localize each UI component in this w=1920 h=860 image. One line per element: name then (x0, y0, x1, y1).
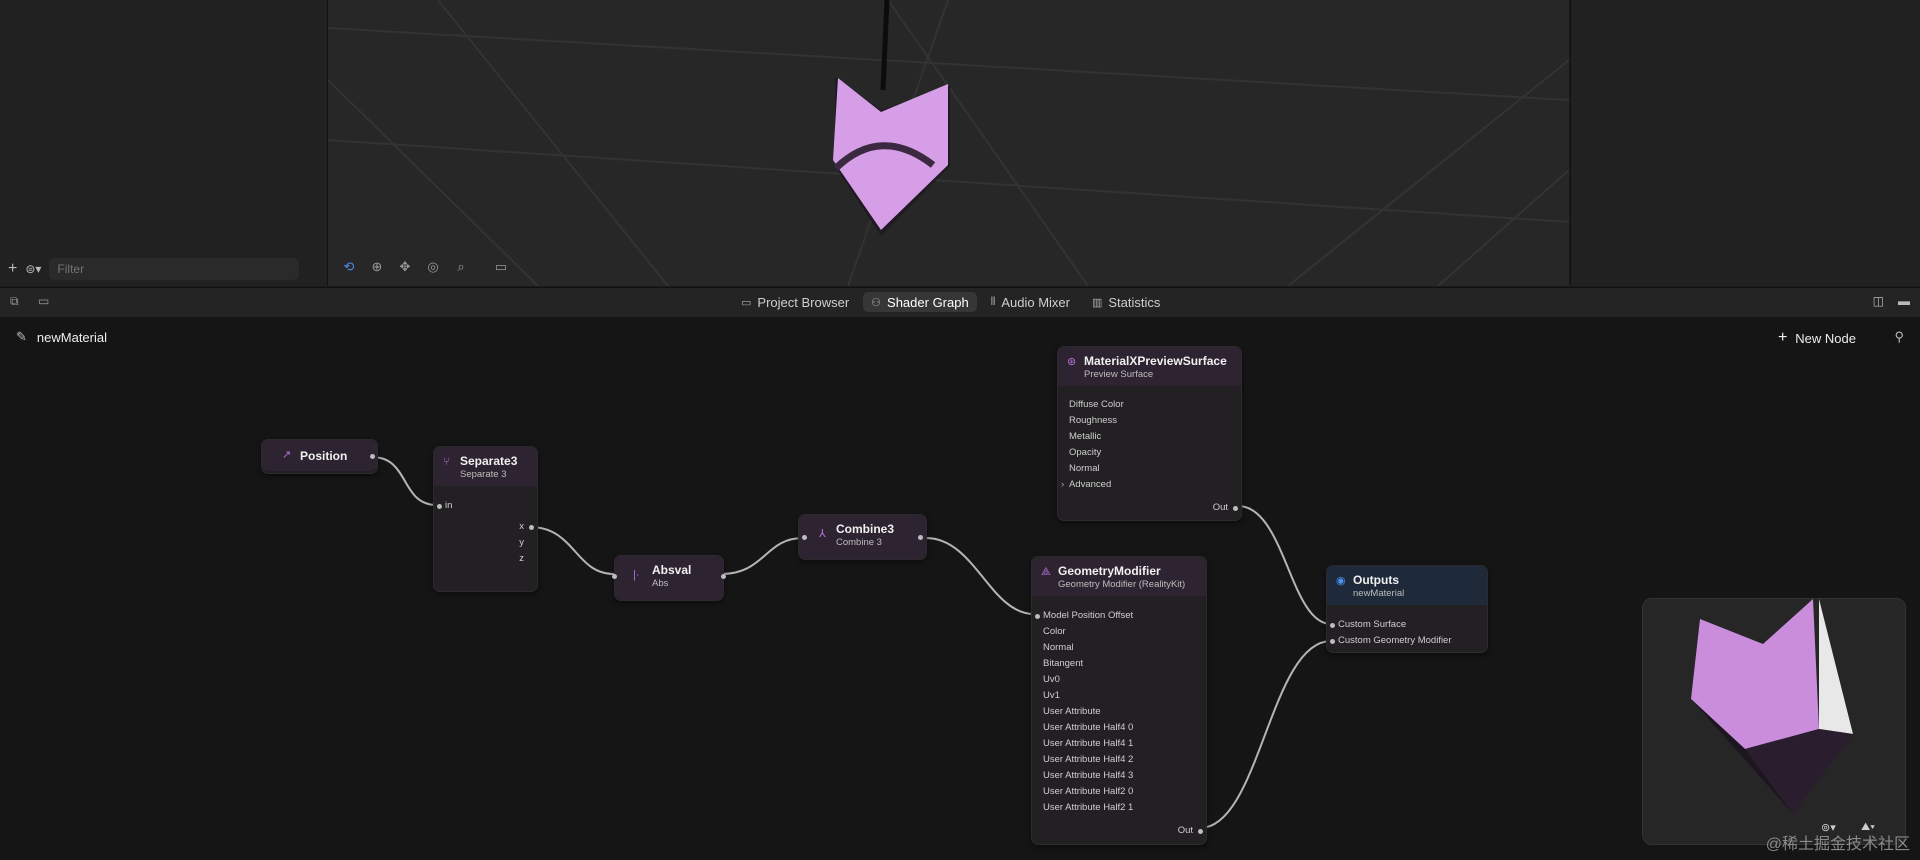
graph-header: ✎ newMaterial (16, 329, 107, 345)
port-custom-geometry-modifier: Custom Geometry Modifier (1338, 635, 1452, 646)
combine-icon: ⅄ (819, 528, 826, 540)
geometry-icon: ⟁ (1041, 566, 1051, 578)
port-in-dot[interactable] (612, 574, 617, 579)
arrow-icon: ↗ (282, 449, 292, 461)
abs-icon: |· (633, 569, 640, 581)
pan-icon[interactable]: ⊕ (368, 258, 386, 276)
globe-icon[interactable]: ◎ (424, 258, 442, 276)
panel-toggle-icon[interactable]: ▬ (1898, 294, 1910, 308)
port-in-dot[interactable] (1330, 623, 1335, 628)
new-node-button[interactable]: + New Node (1778, 329, 1856, 347)
plus-icon: + (1777, 329, 1788, 346)
port-color: Color (1043, 626, 1066, 637)
orbit-icon[interactable]: ⟲ (340, 258, 358, 276)
port-uv1: Uv1 (1043, 690, 1060, 701)
node-geometry-modifier[interactable]: ⟁ GeometryModifier Geometry Modifier (Re… (1031, 556, 1207, 845)
scene-hierarchy-pane: + ⊜▾ (0, 0, 328, 286)
port-metallic: Metallic (1069, 431, 1102, 442)
node-separate3[interactable]: ⑂ Separate3 Separate 3 in x y z (433, 446, 538, 592)
port-custom-surface: Custom Surface (1338, 619, 1407, 630)
3d-viewport[interactable]: ⟲ ⊕ ✥ ◎ ⌕ ▭ (328, 0, 1569, 286)
port-z-label: z (519, 553, 524, 564)
zoom-icon[interactable]: ⌕ (452, 258, 470, 276)
port-in-dot[interactable] (802, 535, 807, 540)
material-icon: ✎ (16, 329, 27, 344)
pin-icon[interactable]: ⚲ (1894, 329, 1904, 345)
material-name: newMaterial (36, 329, 107, 345)
port-out-dot[interactable] (918, 535, 923, 540)
tab-statistics[interactable]: ▥ Statistics (1084, 292, 1168, 312)
port-out-dot[interactable] (370, 454, 375, 459)
port-user-attribute-half4-1: User Attribute Half4 1 (1043, 738, 1134, 749)
port-opacity: Opacity (1069, 447, 1102, 458)
port-x-label: x (519, 521, 524, 532)
mixer-icon: ⫴ (990, 295, 996, 308)
port-user-attribute-half2-0: User Attribute Half2 0 (1043, 786, 1134, 797)
port-normal: Normal (1043, 642, 1074, 653)
port-diffuse-color: Diffuse Color (1069, 399, 1124, 410)
camera-icon[interactable]: ▭ (492, 258, 510, 276)
connections (371, 456, 1332, 829)
split-icon: ⑂ (443, 456, 450, 468)
port-user-attribute-half4-0: User Attribute Half4 0 (1043, 722, 1134, 733)
tab-project-browser[interactable]: ▭ Project Browser (733, 292, 857, 312)
bottom-tab-bar: ⧉ ▭ ▭ Project Browser ⚇ Shader Graph ⫴ A… (0, 287, 1920, 318)
node-preview-surface[interactable]: ⊛ MaterialXPreviewSurface Preview Surfac… (1057, 346, 1242, 521)
folder-icon: ▭ (741, 296, 752, 309)
filter-options-icon[interactable]: ⊜▾ (25, 262, 41, 276)
port-in-dot[interactable] (1330, 639, 1335, 644)
move-icon[interactable]: ✥ (396, 258, 414, 276)
port-roughness: Roughness (1069, 415, 1118, 426)
inspector-pane (1570, 0, 1920, 286)
node-absval[interactable]: |· Absval Abs (612, 555, 726, 601)
port-uv0: Uv0 (1043, 674, 1060, 685)
tab-shader-graph[interactable]: ⚇ Shader Graph (863, 292, 977, 312)
port-out-dot[interactable] (1198, 829, 1203, 834)
port-user-attribute-half2-1: User Attribute Half2 1 (1043, 802, 1134, 813)
output-icon: ◉ (1336, 575, 1346, 587)
port-user-attribute: User Attribute (1043, 706, 1101, 717)
port-in-label: in (445, 500, 453, 511)
port-in-dot[interactable] (437, 504, 442, 509)
port-x-dot[interactable] (529, 525, 534, 530)
nodes-icon: ⚇ (871, 296, 882, 309)
watermark: @稀土掘金技术社区 (1765, 836, 1910, 853)
model-preview (833, 77, 950, 236)
tab-audio-mixer[interactable]: ⫴ Audio Mixer (983, 292, 1078, 312)
port-user-attribute-half4-3: User Attribute Half4 3 (1043, 770, 1134, 781)
globe-icon: ⊛ (1067, 356, 1077, 368)
shader-graph-canvas[interactable]: ✎ newMaterial + New Node ⚲ ↗ Position ⑂ … (0, 317, 1920, 860)
advanced-toggle[interactable]: Advanced (1069, 479, 1111, 490)
port-model-position-offset: Model Position Offset (1043, 610, 1134, 621)
viewport-scene (328, 0, 1569, 286)
port-y-label: y (519, 537, 524, 548)
viewport-toolbar: ⟲ ⊕ ✥ ◎ ⌕ ▭ (340, 258, 510, 276)
filter-input[interactable] (49, 258, 300, 280)
material-preview-thumbnail[interactable]: ⊚▾ ⛰▾ (1642, 598, 1906, 845)
node-position[interactable]: ↗ Position (261, 439, 378, 474)
port-out-label: Out (1212, 502, 1228, 513)
chevron-right-icon[interactable]: › (1061, 479, 1064, 490)
sidebar-toggle-icon[interactable]: ▭ (38, 294, 49, 308)
port-user-attribute-half4-2: User Attribute Half4 2 (1043, 754, 1134, 765)
port-out-dot[interactable] (1233, 506, 1238, 511)
port-bitangent: Bitangent (1043, 658, 1084, 669)
add-icon[interactable]: + (8, 260, 17, 278)
port-normal: Normal (1069, 463, 1100, 474)
node-combine3[interactable]: ⅄ Combine3 Combine 3 (798, 514, 927, 560)
filter-bar: + ⊜▾ (8, 258, 320, 280)
port-in-dot[interactable] (1035, 614, 1040, 619)
chart-icon: ▥ (1091, 296, 1103, 309)
node-outputs[interactable]: ◉ Outputs newMaterial Custom Surface Cus… (1326, 565, 1488, 653)
window-toggle-icon[interactable]: ⧉ (10, 294, 19, 309)
port-out-dot[interactable] (721, 574, 726, 579)
inspector-toggle-icon[interactable]: ◫ (1873, 294, 1884, 308)
port-out-label: Out (1177, 825, 1193, 836)
preview-model (1691, 599, 1853, 814)
